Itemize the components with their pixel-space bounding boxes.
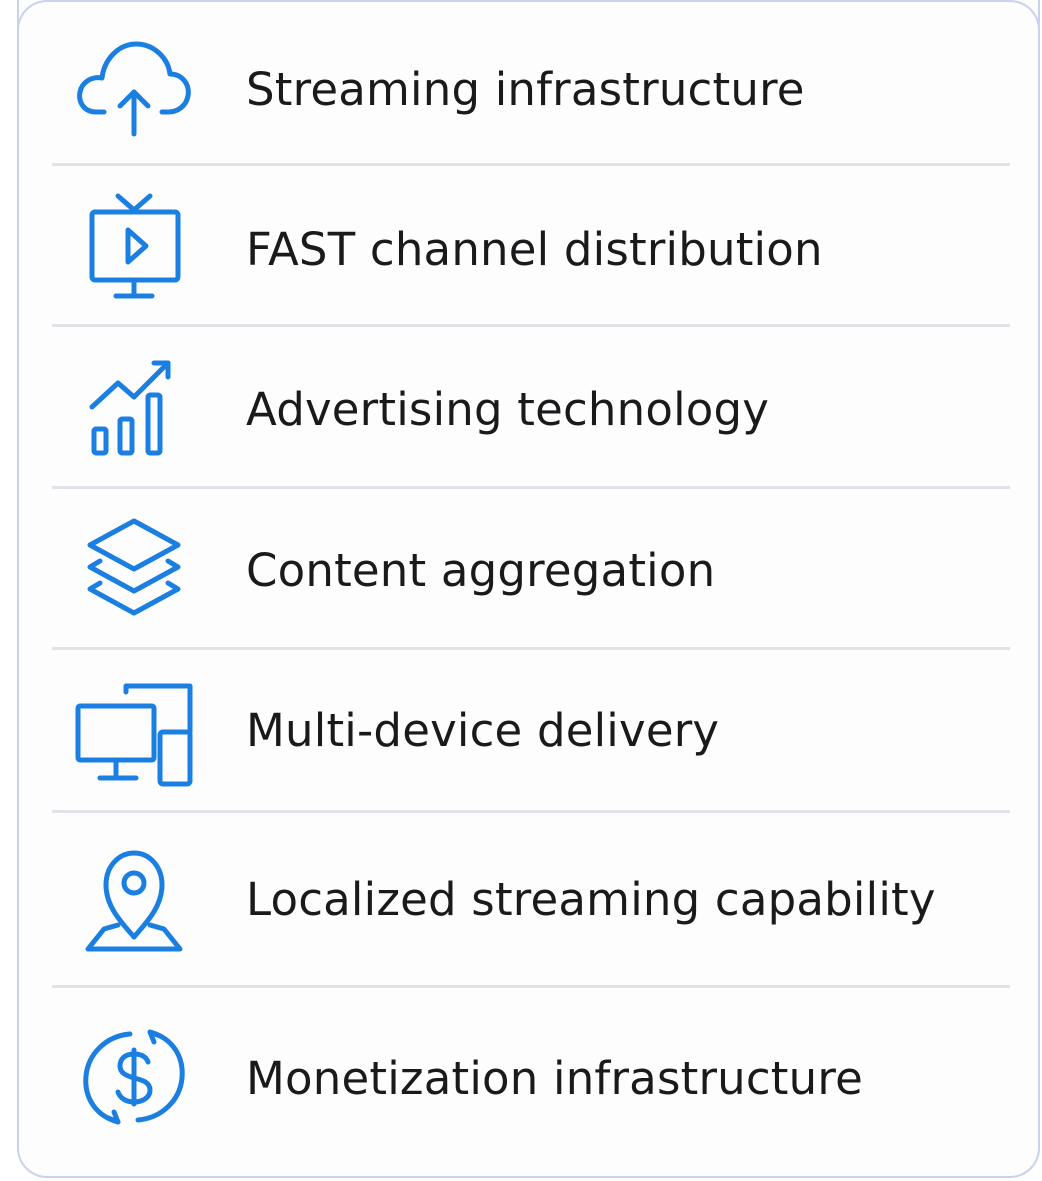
devices-icon [69,680,199,790]
item-label: FAST channel distribution [246,223,823,276]
list-item: Streaming infrastructure [19,0,1042,165]
item-label: Localized streaming capability [246,873,936,926]
list-item: Localized streaming capability [19,813,1042,985]
item-label: Streaming infrastructure [246,63,805,116]
list-item: FAST channel distribution [19,166,1042,326]
list-item: Advertising technology [19,327,1042,487]
list-item: Monetization infrastructure [19,988,1042,1158]
list-item: Multi-device delivery [19,650,1042,810]
dollar-cycle-icon [69,1020,199,1135]
item-label: Multi-device delivery [246,704,720,757]
item-label: Monetization infrastructure [246,1052,863,1105]
item-label: Advertising technology [246,383,770,436]
list-item: Content aggregation [19,489,1042,649]
item-label: Content aggregation [246,544,716,597]
growth-chart-icon [69,353,199,463]
layers-icon [69,515,199,625]
cloud-upload-icon [69,30,199,140]
location-pin-icon [69,845,199,960]
capabilities-card: Streaming infrastructure FAST channel di… [17,0,1040,1178]
tv-play-icon [69,190,199,305]
